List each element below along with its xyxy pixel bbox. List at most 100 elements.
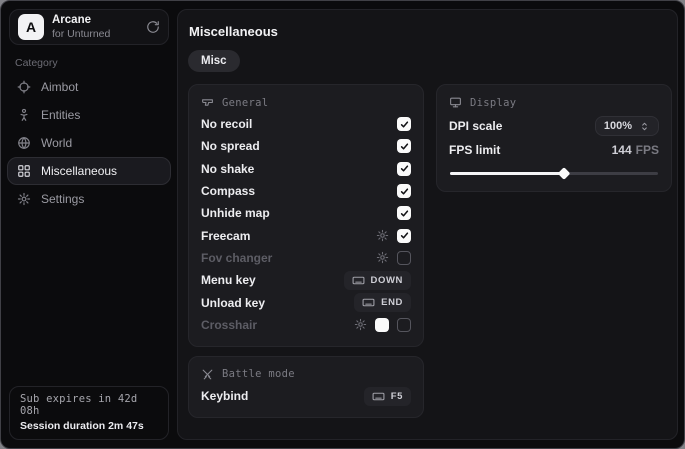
sidebar-item-aimbot[interactable]: Aimbot bbox=[7, 73, 171, 101]
row-no-recoil: No recoil bbox=[201, 113, 411, 135]
slider-thumb[interactable] bbox=[558, 167, 571, 180]
menu-key-binding[interactable]: DOWN bbox=[344, 271, 411, 290]
freecam-checkbox[interactable] bbox=[397, 229, 411, 243]
crosshair-color-swatch[interactable] bbox=[375, 318, 389, 332]
row-label: Unhide map bbox=[201, 206, 270, 220]
row-label: Freecam bbox=[201, 229, 250, 243]
content-columns: General No recoil No spread bbox=[188, 84, 667, 418]
row-menu-key: Menu key DOWN bbox=[201, 269, 411, 291]
menu-key-value: DOWN bbox=[371, 275, 403, 286]
battle-mode-panel-title: Battle mode bbox=[222, 368, 295, 380]
left-column: General No recoil No spread bbox=[188, 84, 424, 418]
tab-bar: Misc bbox=[188, 50, 667, 72]
page-title: Miscellaneous bbox=[189, 24, 667, 39]
row-label: No recoil bbox=[201, 117, 252, 131]
sidebar-item-world[interactable]: World bbox=[7, 129, 171, 157]
no-shake-checkbox[interactable] bbox=[397, 162, 411, 176]
no-spread-checkbox[interactable] bbox=[397, 139, 411, 153]
brand-name: Arcane bbox=[52, 14, 138, 27]
row-dpi-scale: DPI scale 100% bbox=[449, 113, 659, 139]
row-no-shake: No shake bbox=[201, 158, 411, 180]
row-label: Unload key bbox=[201, 296, 265, 310]
compass-checkbox[interactable] bbox=[397, 184, 411, 198]
dpi-scale-select[interactable]: 100% bbox=[595, 116, 659, 136]
dpi-scale-value: 100% bbox=[604, 120, 632, 132]
swords-icon bbox=[201, 368, 214, 381]
no-recoil-checkbox[interactable] bbox=[397, 117, 411, 131]
sidebar-item-settings[interactable]: Settings bbox=[7, 185, 171, 213]
gear-icon bbox=[17, 192, 31, 206]
crosshair-icon bbox=[17, 80, 31, 94]
chevrons-up-down-icon bbox=[639, 121, 650, 132]
row-fov-changer: Fov changer bbox=[201, 247, 411, 269]
gun-icon bbox=[201, 96, 214, 109]
monitor-icon bbox=[449, 96, 462, 109]
fps-limit-slider[interactable] bbox=[450, 166, 658, 180]
slider-fill bbox=[450, 172, 564, 175]
sidebar-nav: Aimbot Entities World bbox=[7, 73, 171, 213]
crosshair-checkbox[interactable] bbox=[397, 318, 411, 332]
sidebar-item-miscellaneous[interactable]: Miscellaneous bbox=[7, 157, 171, 185]
freecam-settings-gear-icon[interactable] bbox=[376, 229, 389, 242]
brand-card: A Arcane for Unturned bbox=[9, 9, 169, 45]
sync-icon[interactable] bbox=[146, 20, 160, 34]
entities-icon bbox=[17, 108, 31, 122]
sidebar-item-entities[interactable]: Entities bbox=[7, 101, 171, 129]
row-freecam: Freecam bbox=[201, 224, 411, 246]
row-label: Crosshair bbox=[201, 318, 257, 332]
category-label: Category bbox=[15, 57, 58, 69]
display-panel: Display DPI scale 100% bbox=[436, 84, 672, 192]
display-panel-title: Display bbox=[470, 97, 516, 109]
row-fps-limit: FPS limit 144FPS bbox=[449, 139, 659, 161]
globe-icon bbox=[17, 136, 31, 150]
display-panel-header: Display bbox=[449, 96, 659, 109]
battle-keybind-value: F5 bbox=[391, 391, 403, 402]
crosshair-settings-gear-icon[interactable] bbox=[354, 318, 367, 331]
row-keybind: Keybind F5 bbox=[201, 385, 411, 407]
row-label: Keybind bbox=[201, 389, 248, 403]
fov-changer-checkbox[interactable] bbox=[397, 251, 411, 265]
unhide-map-checkbox[interactable] bbox=[397, 206, 411, 220]
row-label: Compass bbox=[201, 184, 255, 198]
battle-mode-panel-header: Battle mode bbox=[201, 368, 411, 381]
general-panel: General No recoil No spread bbox=[188, 84, 424, 347]
brand-text: Arcane for Unturned bbox=[52, 14, 138, 39]
subscription-card: Sub expires in 42d 08h Session duration … bbox=[9, 386, 169, 440]
right-column: Display DPI scale 100% bbox=[436, 84, 672, 192]
battle-keybind[interactable]: F5 bbox=[364, 387, 411, 406]
sidebar-item-label: World bbox=[41, 136, 72, 150]
sidebar-item-label: Miscellaneous bbox=[41, 164, 117, 178]
tab-misc[interactable]: Misc bbox=[188, 50, 240, 72]
keyboard-icon bbox=[362, 296, 375, 309]
row-unhide-map: Unhide map bbox=[201, 202, 411, 224]
row-label: Fov changer bbox=[201, 251, 272, 265]
keyboard-icon bbox=[352, 274, 365, 287]
main-content-card: Miscellaneous Misc General bbox=[177, 9, 678, 440]
unload-key-binding[interactable]: END bbox=[354, 293, 411, 312]
row-label: No shake bbox=[201, 162, 254, 176]
sidebar-item-label: Entities bbox=[41, 108, 80, 122]
row-crosshair: Crosshair bbox=[201, 314, 411, 336]
fov-changer-settings-gear-icon[interactable] bbox=[376, 251, 389, 264]
row-no-spread: No spread bbox=[201, 135, 411, 157]
general-panel-header: General bbox=[201, 96, 411, 109]
row-label: DPI scale bbox=[449, 119, 502, 133]
row-label: Menu key bbox=[201, 273, 256, 287]
row-unload-key: Unload key END bbox=[201, 291, 411, 313]
avatar: A bbox=[18, 14, 44, 40]
app-window: A Arcane for Unturned Category Aimbot bbox=[0, 0, 685, 449]
keyboard-icon bbox=[372, 390, 385, 403]
unload-key-value: END bbox=[381, 297, 403, 308]
sidebar-item-label: Aimbot bbox=[41, 80, 78, 94]
sub-expiry-text: Sub expires in 42d 08h bbox=[20, 393, 158, 417]
fps-limit-value: 144FPS bbox=[612, 143, 659, 157]
grid-icon bbox=[17, 164, 31, 178]
battle-mode-panel: Battle mode Keybind F5 bbox=[188, 356, 424, 418]
sidebar-item-label: Settings bbox=[41, 192, 84, 206]
row-label: No spread bbox=[201, 139, 260, 153]
row-label: FPS limit bbox=[449, 143, 500, 157]
brand-subtitle: for Unturned bbox=[52, 28, 138, 40]
session-duration-text: Session duration 2m 47s bbox=[20, 420, 158, 432]
general-panel-title: General bbox=[222, 97, 268, 109]
row-compass: Compass bbox=[201, 180, 411, 202]
